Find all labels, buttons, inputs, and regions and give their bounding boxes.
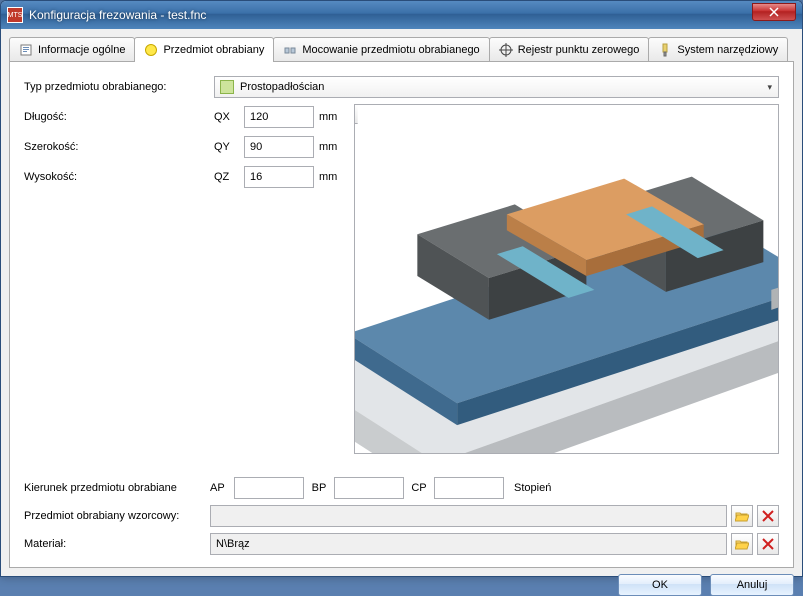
height-input[interactable] (244, 166, 314, 188)
workpiece-type-label: Typ przedmiotu obrabianego: (24, 81, 214, 93)
height-code: QZ (214, 171, 244, 183)
width-unit: mm (319, 141, 347, 153)
template-input[interactable] (210, 505, 727, 527)
window-title: Konfiguracja frezowania - test.fnc (29, 8, 206, 22)
button-bar: OK Anuluj (9, 568, 794, 596)
cancel-button[interactable]: Anuluj (710, 574, 794, 596)
tabset: Informacje ogólne Przedmiot obrabiany Mo… (9, 37, 794, 568)
tool-icon (658, 43, 672, 57)
tab-panel-workpiece: Typ przedmiotu obrabianego: Prostopadłoś… (9, 61, 794, 568)
template-browse-button[interactable] (731, 505, 753, 527)
tab-workpiece[interactable]: Przedmiot obrabiany (134, 37, 274, 62)
workpiece-type-dropdown[interactable]: Prostopadłościan (214, 76, 779, 98)
tab-label: System narzędziowy (677, 44, 778, 56)
tab-zero-register[interactable]: Rejestr punktu zerowego (489, 37, 650, 61)
bp-label: BP (304, 482, 334, 494)
height-unit: mm (319, 171, 347, 183)
material-browse-button[interactable] (731, 533, 753, 555)
ap-input[interactable] (234, 477, 304, 499)
material-clear-button[interactable] (757, 533, 779, 555)
material-label: Materiał: (24, 538, 210, 550)
ok-button[interactable]: OK (618, 574, 702, 596)
close-icon (769, 7, 779, 17)
app-icon: MTS (7, 7, 23, 23)
folder-open-icon (735, 537, 749, 551)
tab-label: Rejestr punktu zerowego (518, 44, 640, 56)
clamping-icon (283, 43, 297, 57)
info-icon (19, 43, 33, 57)
tab-general-info[interactable]: Informacje ogólne (9, 37, 135, 61)
body-area: Informacje ogólne Przedmiot obrabiany Mo… (1, 29, 802, 576)
close-button[interactable] (752, 3, 796, 21)
width-code: QY (214, 141, 244, 153)
width-label: Szerokość: (24, 141, 214, 153)
tab-label: Mocowanie przedmiotu obrabianego (302, 44, 479, 56)
degree-label: Stopień (514, 482, 551, 494)
length-input[interactable] (244, 106, 314, 128)
cp-input[interactable] (434, 477, 504, 499)
tabs: Informacje ogólne Przedmiot obrabiany Mo… (9, 37, 794, 61)
crosshair-icon (499, 43, 513, 57)
titlebar: MTS Konfiguracja frezowania - test.fnc (1, 1, 802, 29)
tab-clamping[interactable]: Mocowanie przedmiotu obrabianego (273, 37, 489, 61)
tab-label: Informacje ogólne (38, 44, 125, 56)
folder-open-icon (735, 509, 749, 523)
length-unit: mm (319, 111, 347, 123)
template-label: Przedmiot obrabiany wzorcowy: (24, 510, 210, 522)
workpiece-icon (144, 43, 158, 57)
cuboid-icon (220, 80, 234, 94)
tab-tooling[interactable]: System narzędziowy (648, 37, 788, 61)
length-code: QX (214, 111, 244, 123)
workpiece-type-value: Prostopadłościan (240, 81, 324, 93)
width-input[interactable] (244, 136, 314, 158)
cp-label: CP (404, 482, 434, 494)
template-clear-button[interactable] (757, 505, 779, 527)
x-icon (761, 537, 775, 551)
dialog-window: MTS Konfiguracja frezowania - test.fnc I… (0, 0, 803, 577)
bp-input[interactable] (334, 477, 404, 499)
ap-label: AP (210, 482, 234, 494)
x-icon (761, 509, 775, 523)
preview-3d: ▾ (354, 104, 779, 454)
length-label: Długość: (24, 111, 214, 123)
direction-label: Kierunek przedmiotu obrabiane (24, 482, 210, 494)
height-label: Wysokość: (24, 171, 214, 183)
material-input[interactable]: N\Brąz (210, 533, 727, 555)
tab-label: Przedmiot obrabiany (163, 44, 264, 56)
preview-stage (355, 105, 778, 453)
